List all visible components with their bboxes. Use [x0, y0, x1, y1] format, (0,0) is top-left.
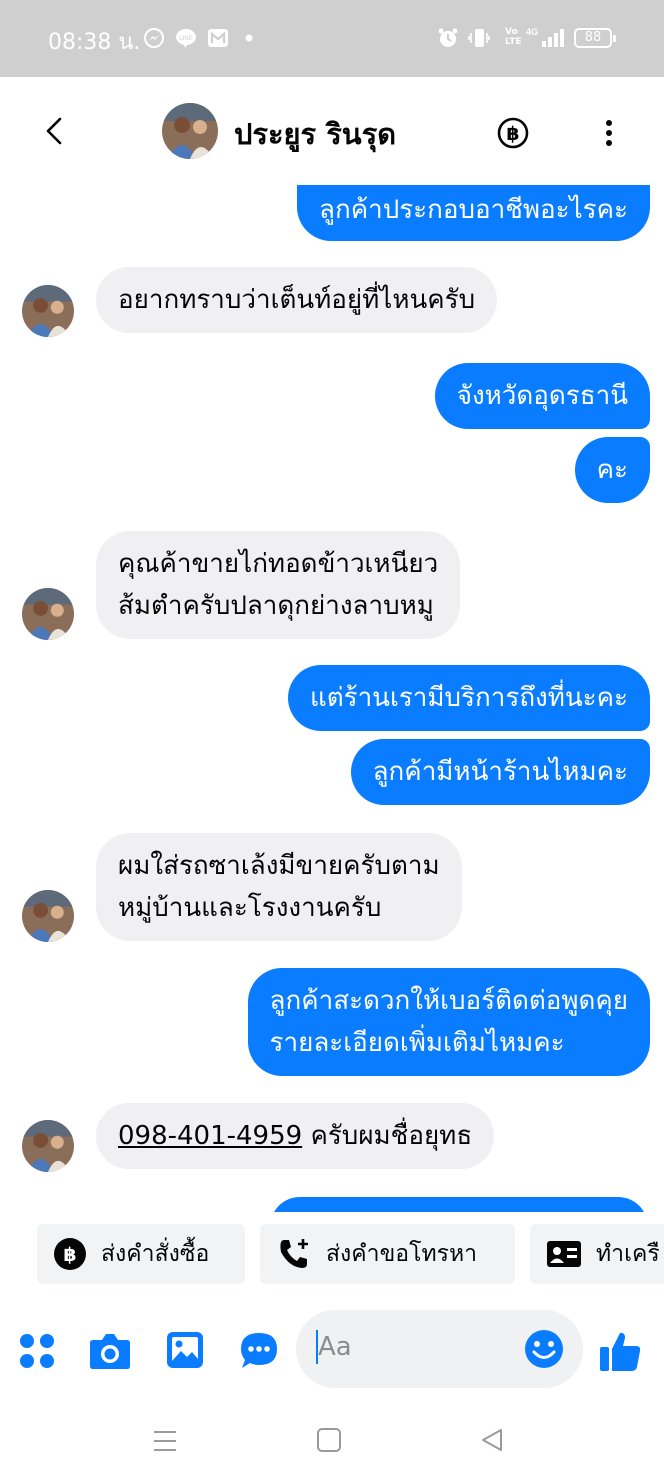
- quick-action-create[interactable]: ทำเครื: [530, 1224, 664, 1284]
- svg-text:LINE: LINE: [179, 36, 192, 42]
- battery-indicator: 88: [574, 28, 616, 48]
- gallery-icon[interactable]: [166, 1331, 204, 1369]
- svg-text:฿: ฿: [506, 123, 519, 145]
- contact-avatar[interactable]: [162, 103, 218, 159]
- message-input[interactable]: Aa: [296, 1310, 583, 1388]
- message-incoming[interactable]: ผมใส่รถซาเล้งมีขายครับตาม หมู่บ้านและโรง…: [96, 833, 462, 941]
- quick-actions-bar: ฿ ส่งคำสั่งซื้อ ส่งคำขอโทรหา ทำเครื: [0, 1212, 664, 1296]
- dot-icon: [245, 34, 253, 42]
- chat-bubble-icon[interactable]: [239, 1331, 279, 1371]
- volte-label: Vo LTE: [505, 27, 522, 47]
- svg-text:4G: 4G: [526, 27, 538, 37]
- messenger-icon: [144, 28, 164, 48]
- quick-action-label: ส่งคำสั่งซื้อ: [101, 1241, 210, 1267]
- message-outgoing-partial[interactable]: [270, 1197, 648, 1212]
- id-card-icon: [547, 1241, 581, 1267]
- quick-action-label: ทำเครื: [596, 1241, 660, 1267]
- sender-avatar[interactable]: [22, 1120, 74, 1172]
- message-composer: Aa: [0, 1296, 664, 1406]
- message-outgoing[interactable]: ลูกค้าประกอบอาชีพอะไรคะ: [297, 185, 650, 241]
- more-vert-icon[interactable]: [598, 117, 620, 149]
- quick-action-label: ส่งคำขอโทรหา: [326, 1241, 478, 1267]
- message-incoming[interactable]: อยากทราบว่าเต็นท์อยู่ที่ไหนครับ: [96, 267, 498, 333]
- message-input-placeholder: Aa: [318, 1332, 352, 1362]
- avatar-photo: [22, 1120, 74, 1172]
- quick-action-call-request[interactable]: ส่งคำขอโทรหา: [260, 1224, 515, 1284]
- avatar-photo: [162, 103, 218, 159]
- chat-header: ประยูร รินรุด ฿: [0, 77, 664, 185]
- back-nav-icon[interactable]: [479, 1427, 505, 1453]
- message-text: ครับผมชื่อยุทธ: [302, 1121, 473, 1151]
- message-incoming[interactable]: คุณค้าขายไก่ทอดข้าวเหนียว ส้มตำครับปลาดุ…: [96, 531, 461, 639]
- sender-avatar[interactable]: [22, 285, 74, 337]
- camera-icon[interactable]: [89, 1332, 131, 1370]
- home-icon[interactable]: [316, 1427, 342, 1453]
- message-outgoing[interactable]: คะ: [574, 437, 650, 503]
- line-app-icon: LINE: [176, 29, 196, 48]
- message-outgoing[interactable]: ลูกค้ามีหน้าร้านไหมคะ: [350, 739, 650, 805]
- like-icon[interactable]: [598, 1329, 642, 1373]
- message-outgoing[interactable]: จังหวัดอุดรธานี: [434, 363, 650, 429]
- avatar-photo: [22, 588, 74, 640]
- phone-number-link[interactable]: 098-401-4959: [118, 1121, 302, 1151]
- phone-plus-icon: [280, 1239, 308, 1268]
- status-time: 08:38 น.: [48, 30, 141, 55]
- contact-name[interactable]: ประยูร รินรุด: [234, 111, 396, 157]
- menu-icon[interactable]: [152, 1428, 178, 1454]
- message-list[interactable]: ลูกค้าประกอบอาชีพอะไรคะ อยากทราบว่าเต็นท…: [0, 185, 664, 1212]
- message-outgoing[interactable]: แต่ร้านเรามีบริการถึงที่นะคะ: [287, 665, 650, 731]
- avatar-photo: [22, 285, 74, 337]
- message-outgoing[interactable]: ลูกค้าสะดวกให้เบอร์ติดต่อพูดคุย รายละเอี…: [247, 968, 650, 1076]
- alarm-icon: [438, 28, 458, 47]
- vibrate-icon: [468, 29, 490, 47]
- sender-avatar[interactable]: [22, 588, 74, 640]
- gmail-icon: [208, 29, 228, 47]
- signal-icon: 4G: [526, 27, 564, 47]
- back-arrow-icon[interactable]: [40, 111, 68, 151]
- message-incoming[interactable]: 098-401-4959 ครับผมชื่อยุทธ: [96, 1103, 495, 1169]
- system-nav-bar: [0, 1406, 664, 1480]
- apps-icon[interactable]: [18, 1332, 56, 1370]
- baht-icon[interactable]: ฿: [497, 117, 529, 149]
- sender-avatar[interactable]: [22, 890, 74, 942]
- baht-circle-icon: ฿: [54, 1238, 86, 1270]
- emoji-icon[interactable]: [524, 1329, 564, 1369]
- status-bar: 08:38 น. LINE Vo LTE 4G 88: [0, 0, 664, 77]
- quick-action-send-order[interactable]: ฿ ส่งคำสั่งซื้อ: [37, 1224, 245, 1284]
- svg-text:฿: ฿: [63, 1244, 76, 1266]
- avatar-photo: [22, 890, 74, 942]
